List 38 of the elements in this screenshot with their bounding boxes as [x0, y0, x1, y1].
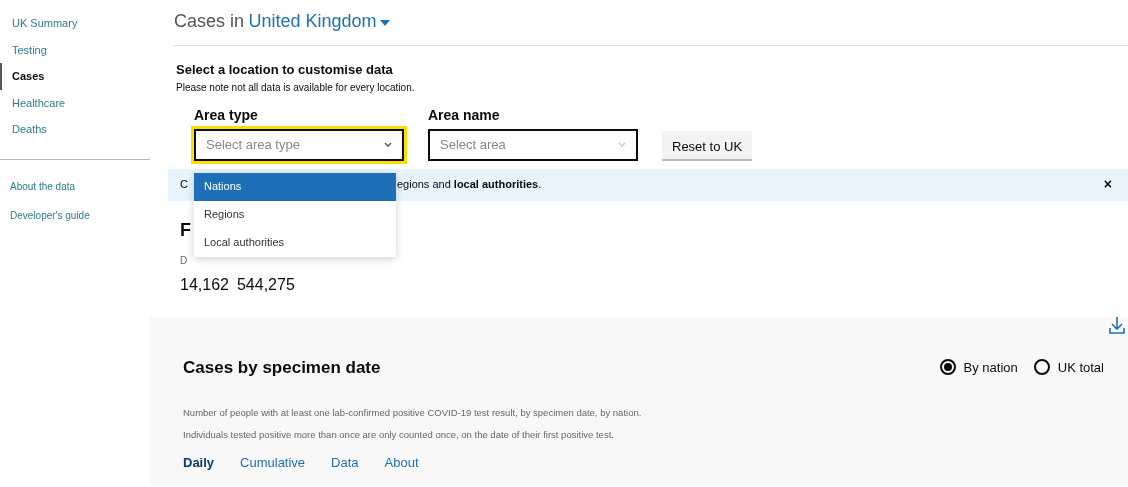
- banner-text: egions and local authorities.: [396, 177, 542, 193]
- close-icon[interactable]: ×: [1103, 174, 1112, 195]
- dropdown-option[interactable]: Nations: [194, 172, 396, 201]
- summary-value: 544,275: [236, 274, 295, 295]
- panel-note: Please note not all data is available for every location.: [176, 80, 416, 95]
- page-title: Cases in: [174, 11, 245, 31]
- location-link[interactable]: United Kingdom: [248, 11, 377, 31]
- tab[interactable]: Data: [331, 454, 359, 470]
- sidebar-item[interactable]: Healthcare: [0, 89, 150, 116]
- sidebar-item[interactable]: Testing: [0, 36, 150, 63]
- card-title: Cases by specimen date: [183, 356, 381, 379]
- area-name-dropdown[interactable]: Select area: [428, 128, 638, 161]
- banner-text: C: [180, 177, 188, 193]
- sidebar-link[interactable]: Developer's guide: [0, 200, 150, 230]
- summary-subheading: D: [180, 254, 188, 266]
- caret-icon: [379, 19, 390, 26]
- sidebar-link[interactable]: About the data: [0, 171, 150, 201]
- chevron-icon: [618, 141, 626, 148]
- sidebar-item[interactable]: Deaths: [0, 116, 150, 143]
- chevron-icon: [384, 141, 392, 148]
- radio-option[interactable]: By nation: [939, 357, 1018, 377]
- reset-button[interactable]: Reset to UK: [662, 130, 753, 161]
- summary-value: 14,162: [180, 274, 229, 295]
- sidebar-item[interactable]: Cases: [0, 63, 150, 90]
- field-label: Area name: [428, 105, 501, 125]
- tab[interactable]: Daily: [183, 454, 215, 470]
- card-description: Number of people with at least one lab-confirmed positive COVID-19 test result, by specimen date, by nation. Individuals tested positive more than once are only counted once, on the date of their first positive test.: [183, 406, 643, 442]
- panel-title: Select a location to customise data: [176, 61, 394, 79]
- field-label: Area type: [194, 105, 259, 125]
- dropdown-option[interactable]: Local authorities: [194, 228, 396, 257]
- area-type-dropdown[interactable]: Select area type: [194, 128, 404, 161]
- dropdown-option[interactable]: Regions: [194, 200, 396, 229]
- download-icon[interactable]: [1109, 316, 1125, 334]
- tab[interactable]: Cumulative: [240, 454, 306, 470]
- sidebar-item[interactable]: UK Summary: [0, 10, 150, 37]
- summary-heading: F: [180, 219, 191, 240]
- tab[interactable]: About: [384, 454, 419, 470]
- radio-option[interactable]: UK total: [1033, 357, 1104, 377]
